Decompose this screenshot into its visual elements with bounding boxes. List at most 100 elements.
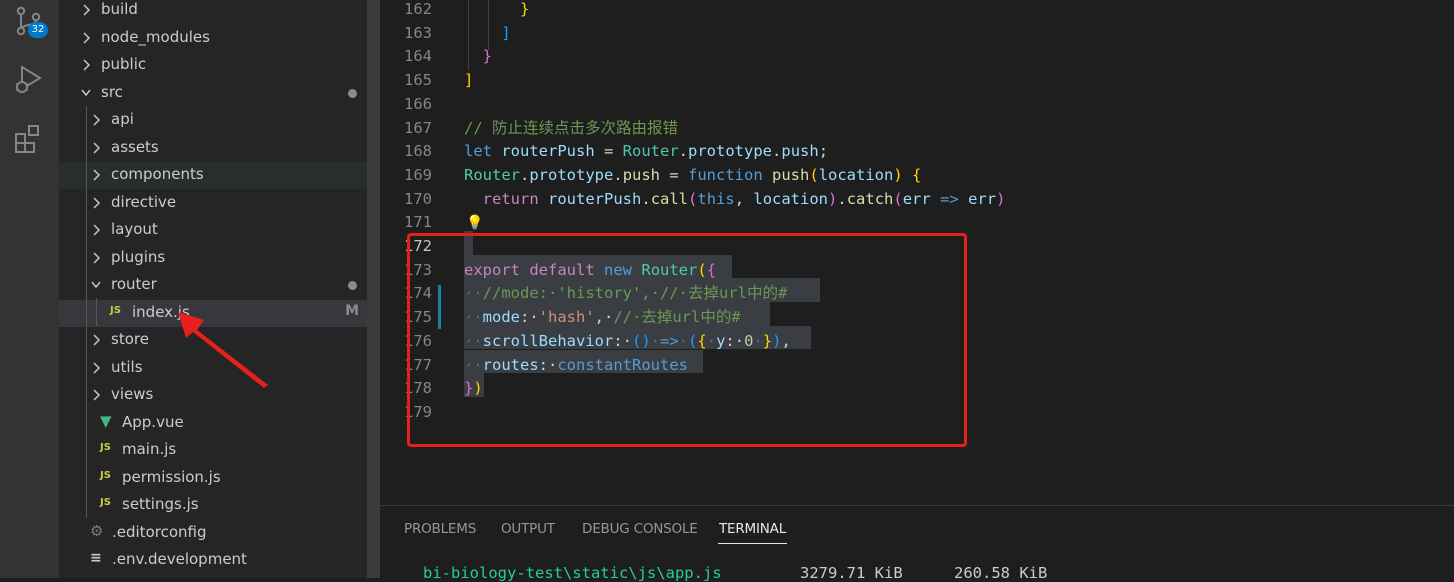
tree-item-label: permission.js <box>122 467 221 486</box>
vue-file-icon: ▼ <box>100 411 112 430</box>
tree-item-permission-js[interactable]: JS permission.js <box>59 465 380 492</box>
chevron-right-icon <box>83 59 91 71</box>
tree-item-public[interactable]: public <box>59 52 380 79</box>
tree-item-env-development[interactable]: ≡ .env.development <box>59 547 380 574</box>
tree-item-label: build <box>101 0 138 18</box>
tree-item-app-vue[interactable]: ▼ App.vue <box>59 410 380 437</box>
js-file-icon: JS <box>100 442 111 453</box>
tree-item-label: App.vue <box>122 412 184 431</box>
tree-item-label: assets <box>111 137 159 156</box>
code-editor[interactable]: 162 163 164 165 166 167 168 169 170 171 172 173 174 1… <box>380 0 1454 505</box>
tree-item-label: views <box>111 385 154 403</box>
extensions-icon[interactable] <box>12 122 46 156</box>
tab-debug-console[interactable]: DEBUG CONSOLE <box>582 521 698 537</box>
tree-item-layout[interactable]: layout <box>59 217 380 244</box>
chevron-right-icon <box>93 224 101 236</box>
chevron-down-icon <box>91 281 101 289</box>
tree-item-router[interactable]: router <box>59 272 380 299</box>
chevron-right-icon <box>93 141 101 154</box>
sidebar-scrollbar[interactable] <box>367 0 380 578</box>
line-number: 170 <box>404 189 432 208</box>
scm-count-badge: 32 <box>28 22 48 38</box>
line-number: 162 <box>404 0 432 18</box>
line-number: 163 <box>404 23 432 42</box>
modified-dot-icon <box>348 281 357 290</box>
explorer-tree: build node_modulespublic src api assets compo… <box>59 0 380 578</box>
tree-item-assets[interactable]: assets <box>59 135 380 162</box>
chevron-right-icon <box>83 31 91 44</box>
activity-bar: 32 <box>0 0 59 578</box>
indent-guide <box>96 298 97 326</box>
code-line: ] <box>464 71 474 90</box>
code-line: } <box>520 0 530 18</box>
code-line: 💡 <box>464 211 484 235</box>
tree-item-directive[interactable]: directive <box>59 190 380 217</box>
line-number: 165 <box>404 71 432 90</box>
tab-problems[interactable]: PROBLEMS <box>404 521 476 537</box>
line-number: 168 <box>404 142 432 161</box>
tree-item-label: node_modules <box>101 27 210 46</box>
terminal-file-path: bi-biology-test\static\js\app.js <box>423 564 722 582</box>
line-number: 169 <box>404 165 432 184</box>
tree-item-build[interactable]: build <box>59 0 380 24</box>
tree-item-utils[interactable]: utils <box>59 355 380 382</box>
lightbulb-icon: 💡 <box>466 215 484 232</box>
gear-icon: ⚙ <box>90 521 104 540</box>
tree-item-views[interactable]: views <box>59 382 380 409</box>
line-number: 166 <box>404 94 432 113</box>
active-tab-underline <box>718 543 787 544</box>
tree-item-label: settings.js <box>122 495 199 513</box>
tab-terminal[interactable]: TERMINAL <box>719 521 786 537</box>
modified-dot-icon <box>348 88 357 98</box>
tree-item-label: main.js <box>122 440 177 458</box>
tree-item-store[interactable]: store <box>59 327 380 354</box>
tree-item-index-js[interactable]: JS index.js M <box>59 299 380 327</box>
tree-item-plugins[interactable]: plugins <box>59 245 380 272</box>
line-number: 167 <box>404 118 432 137</box>
chevron-right-icon <box>93 389 101 401</box>
tree-item-label: plugins <box>111 247 166 266</box>
text-file-icon: ≡ <box>90 550 102 566</box>
tree-item-components[interactable]: components <box>59 162 380 189</box>
chevron-down-icon <box>81 89 91 96</box>
tree-item-label: utils <box>111 357 143 376</box>
chevron-right-icon <box>93 169 101 181</box>
tree-item-main-js[interactable]: JS main.js <box>59 437 380 464</box>
tree-item-settings-js[interactable]: JS settings.js <box>59 492 380 519</box>
js-file-icon: JS <box>100 497 111 508</box>
tree-item-node-modules[interactable]: node_modules <box>59 25 380 52</box>
tree-item-label: router <box>111 275 157 293</box>
chevron-right-icon <box>93 114 101 126</box>
tree-item-label: directive <box>111 192 177 211</box>
indent-guide <box>468 0 469 70</box>
indent-guide <box>86 106 87 518</box>
tree-item-api[interactable]: api <box>59 107 380 134</box>
chevron-right-icon <box>93 196 101 209</box>
code-line: // 防止连续点击多次路由报错 <box>464 118 678 137</box>
line-number: 171 <box>404 213 432 232</box>
tree-item-label: .editorconfig <box>112 522 207 541</box>
run-debug-icon[interactable] <box>12 62 46 96</box>
tab-output[interactable]: OUTPUT <box>501 521 555 537</box>
chevron-right-icon <box>93 251 101 264</box>
terminal-gzip-size: 260.58 KiB <box>954 564 1048 582</box>
chevron-right-icon <box>83 4 91 16</box>
annotation-highlight-box <box>407 233 967 447</box>
bottom-panel: PROBLEMS OUTPUT DEBUG CONSOLE TERMINAL b… <box>380 505 1454 582</box>
code-line: let routerPush = Router.prototype.push; <box>464 142 829 161</box>
tree-item-label: src <box>101 82 123 101</box>
tree-item-label: index.js <box>132 302 190 321</box>
tree-item-label: components <box>111 165 204 183</box>
terminal-file-size: 3279.71 KiB <box>800 564 903 582</box>
tree-item-label: api <box>111 110 134 128</box>
tree-item-src[interactable]: src <box>59 80 380 107</box>
tree-item-label: public <box>101 55 147 73</box>
tree-item-label: layout <box>111 220 158 238</box>
tree-item-label: store <box>111 330 149 348</box>
chevron-right-icon <box>93 334 101 346</box>
tree-item-editorconfig[interactable]: ⚙ .editorconfig <box>59 520 380 547</box>
git-modified-badge: M <box>345 302 359 319</box>
code-line: Router.prototype.push = function push(lo… <box>464 165 922 184</box>
chevron-right-icon <box>93 361 101 374</box>
code-line: return routerPush.call(this, location).c… <box>482 189 1006 208</box>
